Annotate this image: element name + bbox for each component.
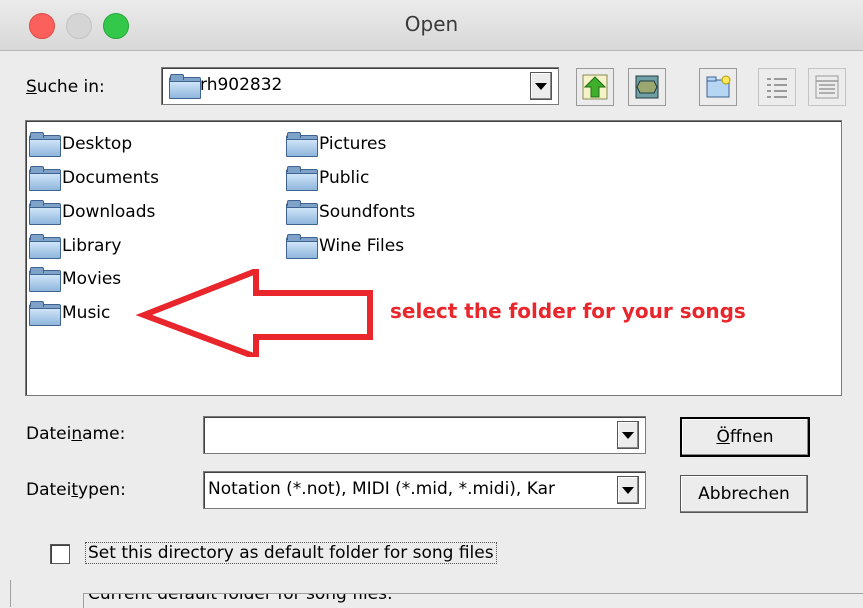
chevron-down-icon — [622, 486, 634, 494]
list-item-downloads[interactable]: Downloads — [28, 197, 155, 227]
group-box-border — [10, 580, 11, 607]
annotation-arrow-icon — [136, 269, 373, 357]
folder-icon — [285, 200, 318, 225]
folder-icon — [285, 166, 318, 191]
folder-icon — [28, 166, 61, 191]
current-default-box: Current default folder for song files: — [83, 593, 863, 608]
filetype-select[interactable]: Notation (*.not), MIDI (*.mid, *.midi), … — [203, 471, 646, 509]
current-default-text: Current default folder for song files: — [88, 593, 393, 604]
new-folder-icon — [706, 75, 731, 98]
details-view-icon — [815, 75, 839, 99]
folder-icon — [28, 200, 61, 225]
folder-icon — [28, 267, 61, 292]
chevron-down-icon — [535, 82, 547, 90]
folder-icon — [28, 234, 61, 259]
window-title: Open — [404, 12, 459, 36]
annotation-text: select the folder for your songs — [390, 299, 746, 323]
list-view-button[interactable] — [758, 68, 796, 106]
default-folder-checkbox[interactable] — [50, 544, 70, 564]
title-bar: Open — [0, 0, 863, 51]
open-button[interactable]: Öffnen — [680, 417, 810, 457]
list-item-library[interactable]: Library — [28, 231, 121, 261]
filetype-label: Dateitypen: — [26, 480, 126, 500]
look-in-combo[interactable]: rh902832 — [161, 67, 559, 105]
look-in-label: Suche in: — [26, 77, 105, 97]
folder-icon — [285, 132, 318, 157]
look-in-value: rh902832 — [200, 75, 283, 95]
up-folder-arrow-icon — [582, 74, 608, 100]
list-item-pictures[interactable]: Pictures — [285, 129, 386, 159]
filename-input[interactable] — [203, 416, 646, 454]
list-item-documents[interactable]: Documents — [28, 163, 159, 193]
folder-icon — [28, 132, 61, 157]
folder-icon — [28, 301, 61, 326]
up-folder-button[interactable] — [576, 68, 614, 106]
list-item-desktop[interactable]: Desktop — [28, 129, 132, 159]
look-in-dropdown-button[interactable] — [530, 72, 552, 100]
details-view-button[interactable] — [808, 68, 846, 106]
list-item-public[interactable]: Public — [285, 163, 369, 193]
desktop-button[interactable] — [628, 68, 666, 106]
desktop-icon — [635, 75, 659, 99]
new-folder-button[interactable] — [699, 68, 737, 106]
filename-dropdown-button[interactable] — [617, 421, 639, 449]
list-item-movies[interactable]: Movies — [28, 264, 121, 294]
filetype-value: Notation (*.not), MIDI (*.mid, *.midi), … — [208, 479, 555, 499]
list-item-wine-files[interactable]: Wine Files — [285, 231, 404, 261]
folder-icon — [285, 234, 318, 259]
list-view-icon — [767, 78, 787, 98]
cancel-button[interactable]: Abbrechen — [680, 475, 808, 513]
file-list[interactable]: Desktop Documents Downloads Library Movi… — [25, 120, 842, 396]
list-item-music[interactable]: Music — [28, 298, 110, 328]
default-folder-checkbox-label[interactable]: Set this directory as default folder for… — [85, 542, 497, 564]
filename-label: Dateiname: — [26, 424, 126, 444]
list-item-soundfonts[interactable]: Soundfonts — [285, 197, 415, 227]
folder-icon — [168, 74, 202, 99]
filetype-dropdown-button[interactable] — [617, 476, 639, 504]
chevron-down-icon — [622, 431, 634, 439]
